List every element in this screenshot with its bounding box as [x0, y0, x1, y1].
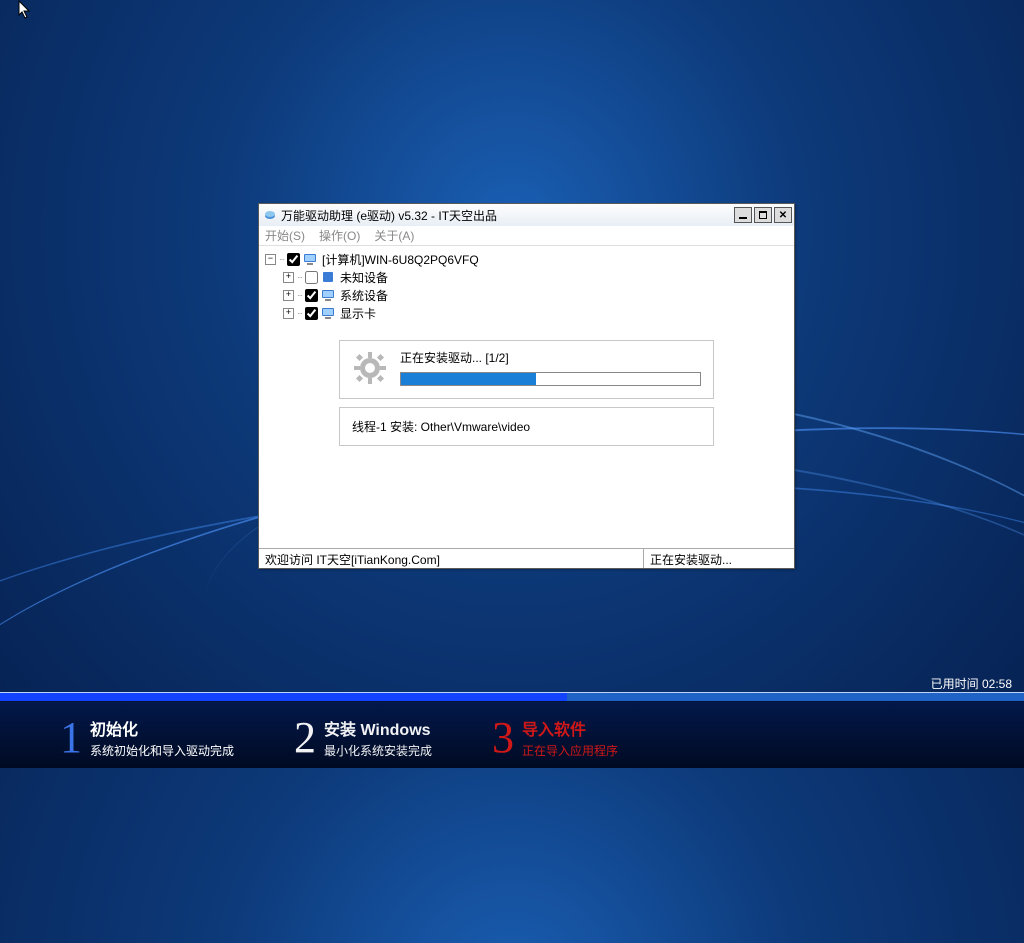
maximize-button[interactable]	[754, 207, 772, 223]
elapsed-time: 已用时间 02:58	[931, 675, 1012, 692]
statusbar: 欢迎访问 IT天空[iTianKong.Com] 正在安装驱动...	[259, 548, 794, 568]
tree-root-row[interactable]: − ··· [计算机]WIN-6U8Q2PQ6VFQ	[265, 250, 788, 268]
minimize-button[interactable]	[734, 207, 752, 223]
display-adapter-icon	[320, 305, 336, 321]
device-tree: − ··· [计算机]WIN-6U8Q2PQ6VFQ + ··· 未知设备 + …	[259, 246, 794, 326]
tree-root-label: [计算机]WIN-6U8Q2PQ6VFQ	[322, 251, 479, 268]
menu-start[interactable]: 开始(S)	[265, 227, 305, 244]
computer-icon	[302, 251, 318, 267]
gear-icon	[352, 350, 388, 386]
tree-item-checkbox[interactable]	[305, 271, 318, 284]
tree-item-checkbox[interactable]	[305, 289, 318, 302]
tree-row[interactable]: + ··· 显示卡	[265, 304, 788, 322]
tree-root-checkbox[interactable]	[287, 253, 300, 266]
step-title: 初始化	[90, 716, 234, 740]
tree-item-label: 系统设备	[340, 287, 388, 304]
menu-operate[interactable]: 操作(O)	[319, 227, 360, 244]
step-title: 安装 Windows	[324, 716, 432, 740]
step-import-software: 3 导入软件 正在导入应用程序	[492, 706, 618, 768]
step-install-windows: 2 安装 Windows 最小化系统安装完成	[294, 706, 432, 768]
progress-panel: 正在安装驱动... [1/2]	[339, 340, 714, 399]
thread-status: 线程-1 安装: Other\Vmware\video	[339, 407, 714, 446]
step-title: 导入软件	[522, 716, 618, 740]
collapse-icon[interactable]: −	[265, 254, 276, 265]
thread-text: 线程-1 安装: Other\Vmware\video	[352, 420, 530, 434]
step-sub: 系统初始化和导入驱动完成	[90, 742, 234, 759]
tree-item-label: 显示卡	[340, 305, 376, 322]
expand-icon[interactable]: +	[283, 290, 294, 301]
progress-fill	[401, 373, 536, 385]
menu-about[interactable]: 关于(A)	[374, 227, 414, 244]
status-right: 正在安装驱动...	[644, 549, 794, 568]
tree-row[interactable]: + ··· 未知设备	[265, 268, 788, 286]
window-title: 万能驱动助理 (e驱动) v5.32 - IT天空出品	[281, 207, 734, 224]
driver-installer-window: 万能驱动助理 (e驱动) v5.32 - IT天空出品 ✕ 开始(S) 操作(O…	[258, 203, 795, 569]
tree-item-label: 未知设备	[340, 269, 388, 286]
unknown-device-icon	[320, 269, 336, 285]
progress-bar	[400, 372, 701, 386]
expand-icon[interactable]: +	[283, 308, 294, 319]
close-button[interactable]: ✕	[774, 207, 792, 223]
overall-progress	[0, 692, 1024, 702]
app-icon	[263, 208, 277, 222]
tree-item-checkbox[interactable]	[305, 307, 318, 320]
install-steps: 1 初始化 系统初始化和导入驱动完成 2 安装 Windows 最小化系统安装完…	[0, 702, 1024, 768]
step-sub: 正在导入应用程序	[522, 742, 618, 759]
tree-row[interactable]: + ··· 系统设备	[265, 286, 788, 304]
status-left: 欢迎访问 IT天空[iTianKong.Com]	[259, 549, 644, 568]
menubar: 开始(S) 操作(O) 关于(A)	[259, 226, 794, 246]
step-sub: 最小化系统安装完成	[324, 742, 432, 759]
progress-label: 正在安装驱动... [1/2]	[400, 349, 701, 366]
step-initialize: 1 初始化 系统初始化和导入驱动完成	[60, 706, 234, 768]
system-device-icon	[320, 287, 336, 303]
titlebar[interactable]: 万能驱动助理 (e驱动) v5.32 - IT天空出品 ✕	[259, 204, 794, 226]
expand-icon[interactable]: +	[283, 272, 294, 283]
